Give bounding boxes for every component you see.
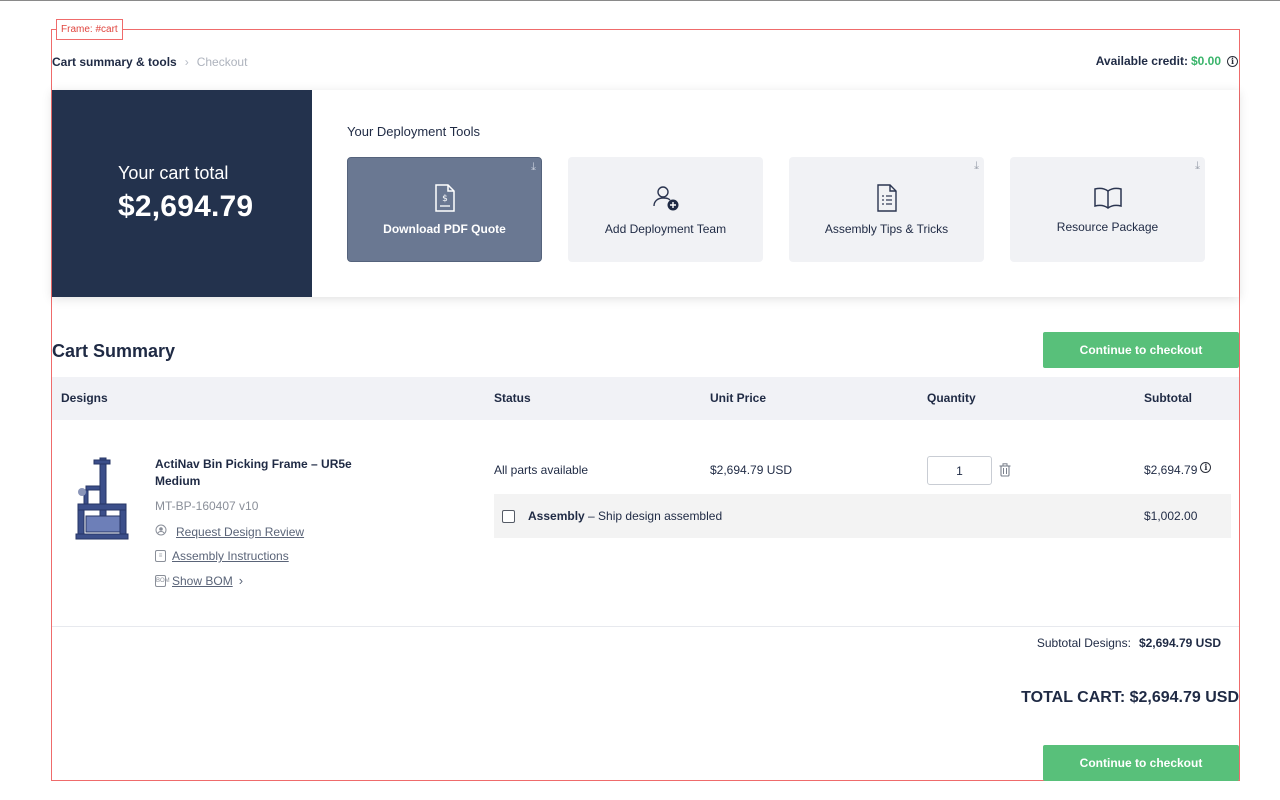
product-name[interactable]: ActiNav Bin Picking Frame – UR5e Medium [155,456,365,490]
breadcrumb-cart-summary[interactable]: Cart summary & tools [52,55,177,69]
column-header-designs: Designs [61,391,108,405]
assembly-description: – Ship design assembled [584,509,723,523]
assembly-option-row: Assembly – Ship design assembled $1,002.… [494,494,1231,538]
resource-package-button[interactable]: ⤓ Resource Package [1010,157,1205,262]
review-icon [155,524,167,539]
assembly-instructions-link[interactable]: ≡ Assembly Instructions [155,549,289,563]
item-subtotal-value: $2,694.79 [1144,463,1198,477]
credit-label: Available credit: [1095,54,1188,68]
tools-title: Your Deployment Tools [347,124,480,139]
frame-label: Frame: #cart [56,19,123,40]
quantity-input[interactable] [927,456,992,485]
assembly-checkbox[interactable] [502,510,515,523]
document-icon: ≡ [155,550,166,562]
top-divider [0,0,1280,1]
add-user-icon [652,184,680,212]
column-header-status: Status [494,391,531,405]
download-icon: ⤓ [531,161,536,173]
trash-icon[interactable] [999,463,1011,477]
subtotal-designs-value: $2,694.79 USD [1138,636,1221,650]
show-bom-link[interactable]: BOM Show BOM › [155,573,243,588]
tool-label: Download PDF Quote [383,221,506,236]
tool-label: Add Deployment Team [604,221,727,236]
column-header-subtotal: Subtotal [1144,391,1192,405]
info-icon[interactable]: i [1227,55,1238,67]
subtotal-designs: Subtotal Designs: $2,694.79 USD [1037,636,1221,650]
link-text: Assembly Instructions [172,549,289,563]
download-pdf-quote-button[interactable]: ⤓ $ Download PDF Quote [347,157,542,262]
assembly-label: Assembly – Ship design assembled [528,509,722,523]
credit-value: $0.00 [1190,54,1221,68]
product-thumbnail [72,456,132,540]
cart-total-value: $2,694.79 [118,190,254,223]
item-status: All parts available [494,463,589,477]
assembly-price: $1,002.00 [1144,509,1198,523]
chevron-right-icon: › [238,573,244,588]
add-deployment-team-button[interactable]: Add Deployment Team [568,157,763,262]
item-subtotal: $2,694.79 i [1144,461,1212,477]
bom-icon: BOM [155,574,170,587]
breadcrumb-separator: › [184,55,189,69]
cart-summary-title: Cart Summary [52,341,176,361]
request-design-review-link[interactable]: Request Design Review [155,524,304,539]
column-header-quantity: Quantity [927,391,976,405]
continue-to-checkout-button-top[interactable]: Continue to checkout [1043,332,1239,368]
assembly-title: Assembly [528,509,585,523]
breadcrumb-checkout[interactable]: Checkout [197,55,248,69]
continue-to-checkout-button-bottom[interactable]: Continue to checkout [1043,745,1239,781]
link-text: Show BOM [172,573,233,588]
tools-area: Your Deployment Tools ⤓ $ Download PDF Q… [312,90,1239,297]
download-icon: ⤓ [974,160,979,172]
column-header-unit-price: Unit Price [710,391,767,405]
product-sku: MT-BP-160407 v10 [155,499,259,513]
pdf-quote-icon: $ [434,183,456,212]
available-credit: Available credit: $0.00 i [1096,54,1238,68]
cart-total-panel: Your cart total $2,694.79 [52,90,312,297]
total-cart: TOTAL CART: $2,694.79 USD [1021,689,1239,706]
assembly-tips-button[interactable]: ⤓ Assembly Tips & Tricks [789,157,984,262]
table-header: Designs Status Unit Price Quantity Subto… [52,377,1239,420]
cart-total-label: Your cart total [118,163,229,183]
link-text: Request Design Review [176,524,305,539]
list-document-icon [876,183,898,212]
item-unit-price: $2,694.79 USD [710,463,793,477]
deployment-tools-card: Your cart total $2,694.79 Your Deploymen… [52,90,1239,297]
tool-label: Assembly Tips & Tricks [824,221,949,236]
subtotal-designs-label: Subtotal Designs: [1036,636,1131,650]
open-book-icon [1093,186,1123,210]
breadcrumb: Cart summary & tools › Checkout [52,55,247,69]
summary-divider [52,626,1239,627]
info-icon[interactable]: i [1200,461,1212,473]
svg-text:$: $ [442,194,448,204]
tool-label: Resource Package [1056,219,1159,234]
download-icon: ⤓ [1195,160,1200,172]
